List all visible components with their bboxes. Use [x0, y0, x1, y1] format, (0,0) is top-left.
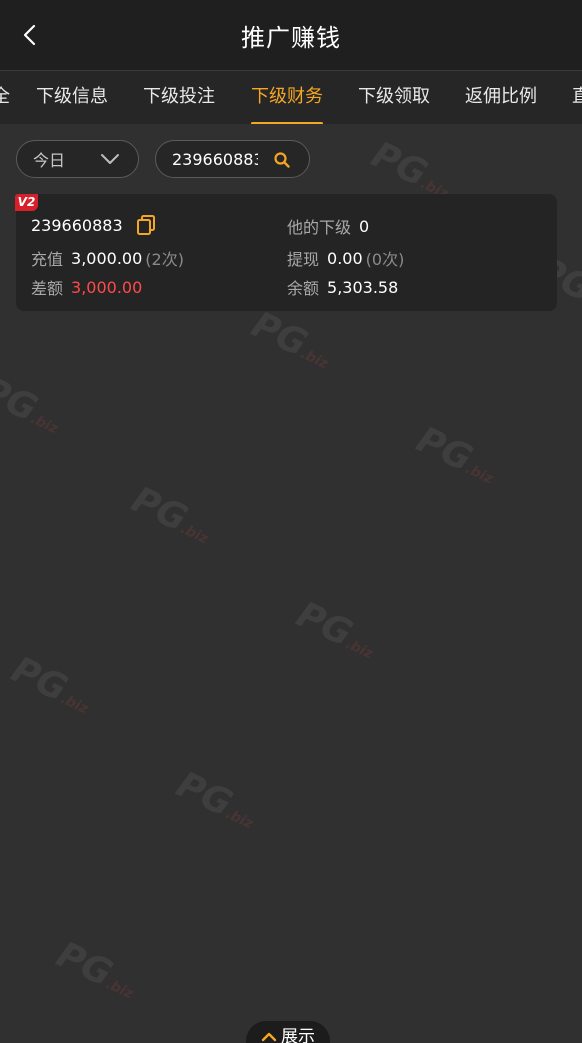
- deposit-row: 充值 3,000.00 (2次): [31, 246, 184, 270]
- withdraw-label: 提现: [287, 250, 320, 269]
- watermark: PG.biz: [5, 649, 91, 718]
- withdraw-times: (0次): [365, 250, 405, 269]
- search-input[interactable]: [172, 149, 258, 169]
- app-header: 推广赚钱: [0, 0, 582, 70]
- tab-label: 下级信息: [36, 86, 108, 107]
- tab-rebate-ratio[interactable]: 返佣比例: [465, 71, 537, 124]
- chevron-left-icon: [23, 24, 36, 46]
- tab-direct[interactable]: 直: [572, 71, 582, 124]
- deposit-label: 充值: [31, 250, 64, 269]
- subordinates-count: 0: [359, 216, 370, 236]
- back-button[interactable]: [12, 17, 48, 53]
- deposit-times: (2次): [145, 250, 184, 269]
- search-box: [155, 140, 310, 178]
- tab-label: 下级领取: [358, 86, 430, 107]
- watermark: PG.biz: [0, 369, 61, 438]
- tab-bar: 全 下级信息 下级投注 下级财务 下级领取 返佣比例 直: [0, 70, 582, 124]
- watermark: PG.biz: [245, 304, 331, 373]
- user-id-row: 239660883: [31, 214, 157, 236]
- copy-icon[interactable]: [135, 214, 157, 236]
- tab-label: 返佣比例: [465, 86, 537, 107]
- watermark: PG.biz: [290, 594, 376, 663]
- subordinate-finance-card: V2 239660883 他的下级 0 充值 3,000.00 (2次) 提现 …: [15, 194, 557, 311]
- balance-amount: 5,303.58: [327, 277, 399, 297]
- tab-all[interactable]: 全: [0, 71, 10, 124]
- user-id: 239660883: [31, 215, 123, 235]
- page: PG.biz PG.biz PG.biz PG.biz PG.biz PG.bi…: [0, 0, 582, 1043]
- tab-subordinate-claims[interactable]: 下级领取: [358, 71, 430, 124]
- date-range-select[interactable]: 今日: [16, 140, 139, 178]
- balance-label: 余额: [287, 279, 320, 298]
- difference-amount: 3,000.00: [71, 277, 143, 297]
- tab-label: 下级财务: [251, 86, 323, 107]
- difference-label: 差额: [31, 279, 64, 298]
- active-tab-indicator: [251, 122, 323, 124]
- subordinates-label: 他的下级: [287, 218, 352, 237]
- watermark: PG.biz: [50, 934, 136, 1003]
- search-icon[interactable]: [273, 151, 291, 169]
- deposit-amount: 3,000.00: [71, 248, 143, 268]
- date-range-value: 今日: [33, 151, 66, 170]
- watermark: PG.biz: [125, 479, 211, 548]
- watermark: PG.biz: [170, 764, 256, 833]
- expand-button[interactable]: 展示: [246, 1021, 330, 1043]
- tab-subordinate-finance[interactable]: 下级财务: [251, 71, 323, 124]
- balance-row: 余额 5,303.58: [287, 275, 398, 299]
- vip-level-badge: V2: [15, 194, 38, 211]
- chevron-up-icon: [261, 1032, 277, 1042]
- tab-subordinate-bets[interactable]: 下级投注: [143, 71, 215, 124]
- tab-label: 全: [0, 86, 10, 107]
- withdraw-row: 提现 0.00 (0次): [287, 246, 404, 270]
- page-title: 推广赚钱: [241, 23, 341, 52]
- tab-label: 直: [572, 86, 582, 107]
- watermark: PG.biz: [410, 419, 496, 488]
- subordinates-row: 他的下级 0: [287, 214, 369, 238]
- chevron-down-icon: [101, 154, 119, 164]
- expand-label: 展示: [281, 1027, 315, 1043]
- withdraw-amount: 0.00: [327, 248, 363, 268]
- tab-label: 下级投注: [143, 86, 215, 107]
- difference-row: 差额 3,000.00: [31, 275, 142, 299]
- tab-subordinate-info[interactable]: 下级信息: [36, 71, 108, 124]
